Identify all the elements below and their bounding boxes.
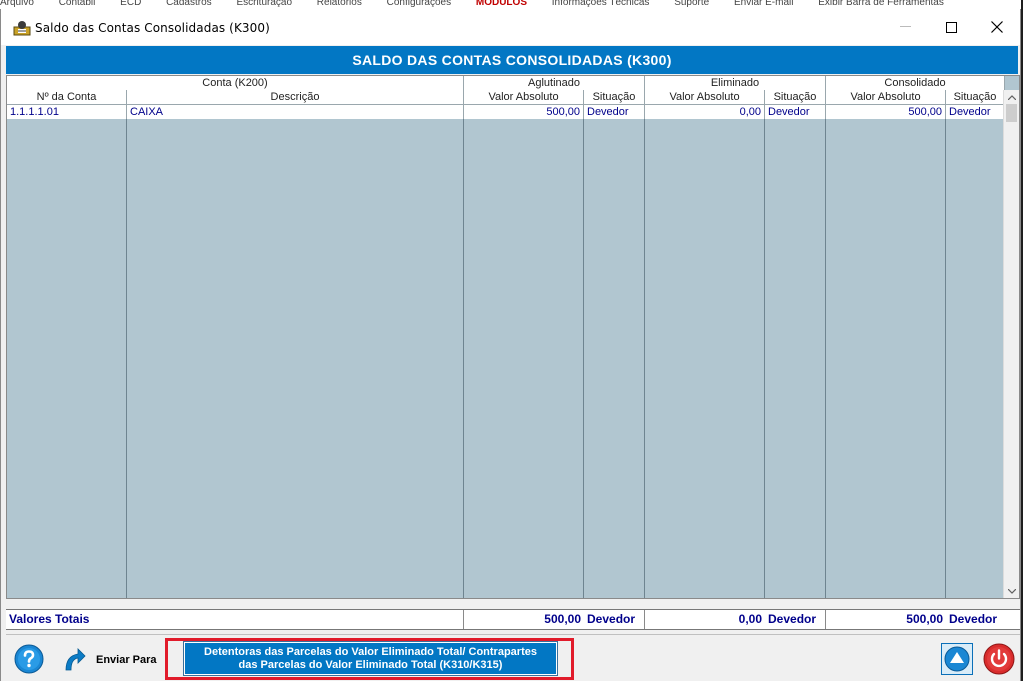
help-question-icon[interactable] — [14, 644, 44, 674]
column-divider — [583, 76, 584, 598]
column-divider — [126, 76, 127, 598]
maximize-button[interactable] — [928, 9, 974, 45]
cell-eliminado-situacao[interactable]: Devedor — [765, 105, 826, 119]
arrow-up-icon — [944, 646, 970, 672]
totals-consolidado-situacao: Devedor — [949, 612, 998, 626]
eliminated-parcels-button-line1: Detentoras das Parcelas do Valor Elimina… — [204, 645, 537, 658]
bg-menu-item: Configurações — [386, 0, 452, 8]
column-header-consolidado-situacao[interactable]: Situação — [946, 90, 1005, 104]
close-button[interactable] — [974, 9, 1020, 45]
eliminated-parcels-button-line2: das Parcelas do Valor Eliminado Total (K… — [238, 658, 503, 671]
column-divider — [644, 76, 645, 598]
curved-arrow-icon[interactable] — [62, 646, 86, 672]
totals-aglutinado-valor: 500,00 — [544, 612, 581, 626]
group-header-conta: Conta (K200) — [7, 76, 464, 90]
bg-menu-item: Suporte — [674, 0, 710, 8]
bg-menu-item-modulos: MÓDULOS — [475, 0, 527, 8]
totals-label: Valores Totais — [9, 612, 90, 626]
group-header-consolidado: Consolidado — [826, 76, 1005, 90]
cell-consolidado-valor[interactable]: 500,00 — [826, 105, 946, 119]
totals-aglutinado-situacao: Devedor — [587, 612, 636, 626]
group-header-aglutinado: Aglutinado — [464, 76, 645, 90]
power-icon[interactable] — [983, 643, 1015, 675]
chevron-down-icon — [1007, 588, 1016, 594]
bg-menu-item: Contábil — [58, 0, 96, 8]
close-icon — [991, 21, 1003, 33]
chevron-up-icon — [1007, 94, 1016, 100]
window-title: Saldo das Contas Consolidadas (K300) — [35, 21, 270, 35]
column-header-conta[interactable]: Nº da Conta — [7, 90, 127, 104]
column-header-aglutinado-valor[interactable]: Valor Absoluto — [464, 90, 584, 104]
column-header-aglutinado-situacao[interactable]: Situação — [584, 90, 645, 104]
column-header-consolidado-valor[interactable]: Valor Absoluto — [826, 90, 946, 104]
dialog-window: Saldo das Contas Consolidadas (K300) SAL… — [0, 9, 1021, 681]
footer-toolbar: Enviar Para Detentoras das Parcelas do V… — [6, 634, 1020, 681]
column-header-eliminado-valor[interactable]: Valor Absoluto — [645, 90, 765, 104]
column-divider — [945, 76, 946, 598]
cell-descricao[interactable]: CAIXA — [127, 105, 464, 119]
totals-consolidado-valor: 500,00 — [906, 612, 943, 626]
accounts-grid[interactable]: Conta (K200) Aglutinado Eliminado Consol… — [6, 75, 1020, 599]
scroll-top-button[interactable] — [941, 643, 973, 675]
table-row[interactable]: 1.1.1.1.01 CAIXA 500,00 Devedor 0,00 Dev… — [7, 105, 1005, 119]
bg-menu-item: Cadastros — [166, 0, 212, 8]
column-header-row: Nº da Conta Descrição Valor Absoluto Sit… — [7, 90, 1005, 105]
cell-aglutinado-situacao[interactable]: Devedor — [584, 105, 645, 119]
minimize-button[interactable] — [882, 9, 928, 45]
maximize-icon — [945, 21, 957, 33]
column-divider — [825, 76, 826, 598]
scroll-thumb[interactable] — [1006, 104, 1017, 122]
cell-eliminado-valor[interactable]: 0,00 — [645, 105, 765, 119]
background-app-menu-strip: Arquivo Contábil ECD Cadastros Escritura… — [0, 0, 1023, 9]
title-bar[interactable]: Saldo das Contas Consolidadas (K300) — [1, 9, 1020, 45]
column-header-descricao[interactable]: Descrição — [127, 90, 464, 104]
totals-eliminado-situacao: Devedor — [768, 612, 817, 626]
totals-row: Valores Totais 500,00 Devedor 0,00 Deved… — [6, 609, 1020, 630]
scroll-up-arrow[interactable] — [1004, 90, 1019, 104]
cell-aglutinado-valor[interactable]: 500,00 — [464, 105, 584, 119]
scroll-down-arrow[interactable] — [1004, 584, 1019, 598]
bg-menu-item: Escrituração — [236, 0, 293, 8]
bg-menu-item: Enviar E-mail — [734, 0, 794, 8]
cell-conta[interactable]: 1.1.1.1.01 — [7, 105, 127, 119]
vertical-scrollbar[interactable] — [1003, 90, 1019, 598]
group-header-row: Conta (K200) Aglutinado Eliminado Consol… — [7, 76, 1005, 91]
bg-menu-item: Informações Técnicas — [551, 0, 650, 8]
bg-menu-item: Relatórios — [316, 0, 362, 8]
bg-menu-item: ECD — [120, 0, 142, 8]
totals-eliminado-valor: 0,00 — [738, 612, 762, 626]
app-logo-icon — [13, 21, 31, 36]
send-to-label[interactable]: Enviar Para — [96, 654, 157, 666]
column-divider — [463, 76, 464, 598]
page-title-banner: SALDO DAS CONTAS CONSOLIDADAS (K300) — [6, 46, 1018, 74]
column-header-eliminado-situacao[interactable]: Situação — [765, 90, 826, 104]
group-header-eliminado: Eliminado — [645, 76, 826, 90]
cell-consolidado-situacao[interactable]: Devedor — [946, 105, 1005, 119]
minimize-icon — [899, 26, 911, 27]
bg-menu-item: Arquivo — [0, 0, 34, 8]
eliminated-parcels-button[interactable]: Detentoras das Parcelas do Valor Elimina… — [183, 641, 558, 676]
column-divider — [764, 76, 765, 598]
bg-menu-item: Exibir Barra de Ferramentas — [818, 0, 944, 8]
